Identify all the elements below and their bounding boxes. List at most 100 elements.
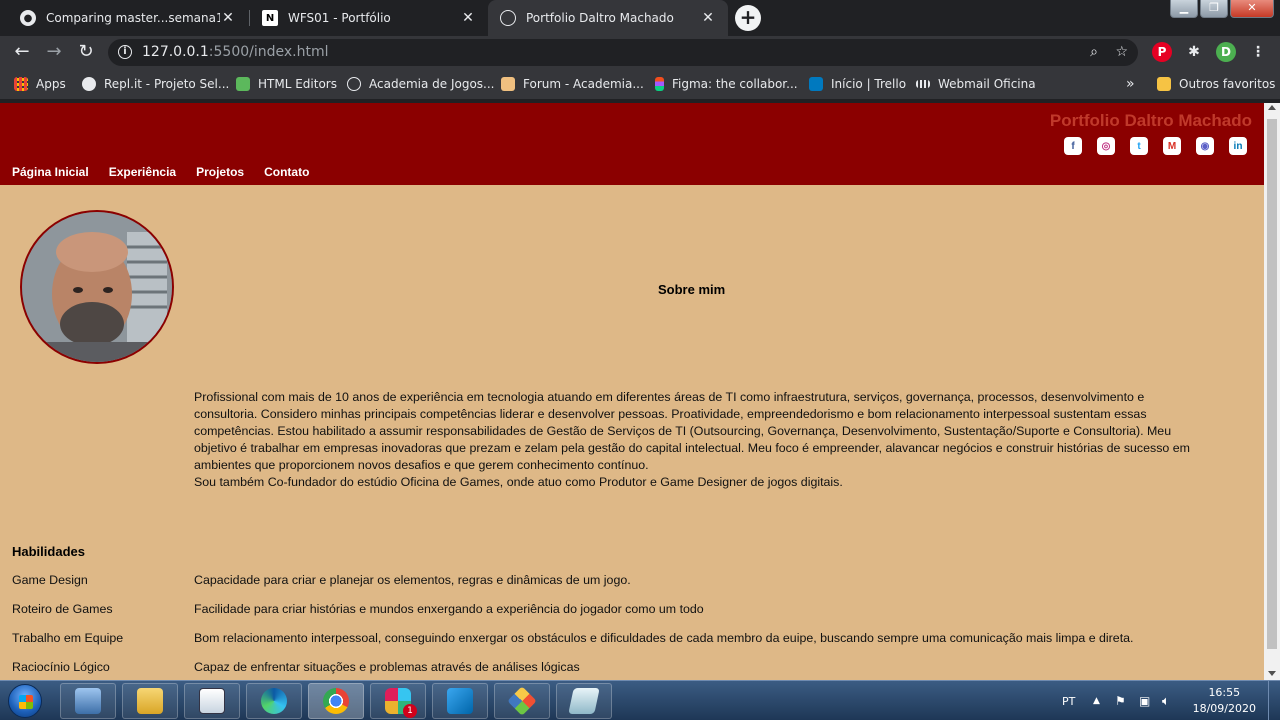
url-path: :5500/index.html [208, 44, 329, 60]
profile-avatar[interactable]: D [1216, 42, 1236, 62]
skill-name: Roteiro de Games [12, 602, 113, 616]
close-tab-icon[interactable]: ✕ [700, 10, 716, 26]
gmail-icon[interactable]: M [1163, 137, 1181, 155]
bookmark-webmail[interactable]: Webmail Oficina [916, 75, 1036, 93]
skill-name: Raciocínio Lógico [12, 660, 110, 674]
scroll-down-icon[interactable] [1268, 671, 1276, 676]
bookmark-label: Início | Trello [831, 77, 907, 91]
minimize-icon[interactable]: ▁ [1170, 0, 1198, 18]
nav-pagina-inicial[interactable]: Página Inicial [12, 165, 89, 179]
slack-icon: 1 [385, 688, 417, 718]
reload-icon[interactable]: ↻ [74, 40, 98, 64]
twitter-icon[interactable]: t [1130, 137, 1148, 155]
taskbar-app[interactable] [246, 683, 302, 719]
back-arrow-icon[interactable]: ← [10, 40, 34, 64]
close-tab-icon[interactable]: ✕ [220, 10, 236, 26]
tab-wfs01[interactable]: N WFS01 - Portfólio ✕ [250, 0, 488, 36]
windows-taskbar: 1 PT ▲ ⚑ ▣ 🔈︎ 16:55 18/09/2020 [0, 680, 1280, 720]
language-indicator[interactable]: PT [1062, 681, 1075, 720]
tab-title: Portfolio Daltro Machado [526, 11, 674, 25]
close-window-icon[interactable]: ✕ [1230, 0, 1274, 18]
volume-icon[interactable]: 🔈︎ [1162, 681, 1170, 720]
bookmarks-overflow-button[interactable]: » [1126, 75, 1135, 93]
show-desktop-button[interactable] [1268, 681, 1280, 720]
scrollbar-thumb[interactable] [1267, 119, 1277, 649]
forward-arrow-icon[interactable]: → [42, 40, 66, 64]
github-icon: ● [20, 10, 36, 26]
tray-expand-icon[interactable]: ▲ [1093, 681, 1100, 720]
bookmark-label: Academia de Jogos... [369, 77, 495, 91]
linkedin-icon[interactable]: in [1229, 137, 1247, 155]
bookmark-apps[interactable]: Apps [14, 75, 66, 93]
figma-icon [655, 77, 664, 91]
github-icon[interactable]: ◉ [1196, 137, 1214, 155]
skill-row: Trabalho em Equipe Bom relacionamento in… [0, 631, 1264, 651]
close-tab-icon[interactable]: ✕ [460, 10, 476, 26]
taskbar-app[interactable] [122, 683, 178, 719]
bookmark-label: Outros favoritos [1179, 77, 1276, 91]
taskbar-app[interactable] [60, 683, 116, 719]
site-info-icon[interactable]: i [118, 45, 132, 59]
skill-row: Raciocínio Lógico Capaz de enfrentar sit… [0, 660, 1264, 680]
bookmark-label: Forum - Academia... [523, 77, 644, 91]
taskbar-app[interactable]: 1 [370, 683, 426, 719]
skill-description: Facilidade para criar histórias e mundos… [194, 602, 704, 616]
zoom-icon[interactable]: ⌕ [1090, 39, 1098, 66]
clock-date: 18/09/2020 [1192, 702, 1256, 715]
tab-portfolio[interactable]: Portfolio Daltro Machado ✕ [488, 0, 728, 36]
action-center-icon[interactable]: ⚑ [1115, 681, 1126, 720]
new-tab-button[interactable]: + [735, 5, 761, 31]
skill-description: Capacidade para criar e planejar os elem… [194, 573, 631, 587]
scroll-up-icon[interactable] [1268, 105, 1276, 110]
trello-icon [809, 77, 823, 91]
notepad-icon [199, 688, 225, 714]
taskbar-app[interactable] [494, 683, 550, 719]
pinterest-icon[interactable]: P [1152, 42, 1172, 62]
bookmark-label: Figma: the collabor... [672, 77, 798, 91]
system-clock[interactable]: 16:55 18/09/2020 [1193, 685, 1256, 717]
bookmark-figma[interactable]: Figma: the collabor... [655, 75, 798, 93]
slack-badge: 1 [403, 704, 417, 718]
globe-icon [347, 77, 361, 91]
skill-description: Bom relacionamento interpessoal, consegu… [194, 631, 1134, 645]
skill-name: Game Design [12, 573, 88, 587]
network-icon[interactable]: ▣ [1139, 681, 1150, 720]
tab-github-compare[interactable]: ● Comparing master...semana1-pro ✕ [8, 0, 248, 36]
bookmark-academia-jogos[interactable]: Academia de Jogos... [347, 75, 495, 93]
folder-icon [1157, 77, 1171, 91]
menu-dots-icon[interactable]: ⋮ [1248, 42, 1268, 62]
bookmark-replit[interactable]: Repl.it - Projeto Sel... [82, 75, 229, 93]
apps-grid-icon [14, 77, 28, 91]
facebook-icon[interactable]: f [1064, 137, 1082, 155]
page-scrollbar[interactable] [1264, 103, 1280, 680]
extensions-puzzle-icon[interactable]: ✱ [1184, 42, 1204, 62]
bookmark-star-icon[interactable]: ☆ [1115, 39, 1128, 66]
tab-title: WFS01 - Portfólio [288, 11, 391, 25]
maximize-icon[interactable]: ❐ [1200, 0, 1228, 18]
bookmark-other-folder[interactable]: Outros favoritos [1157, 75, 1275, 93]
address-bar[interactable]: i 127.0.0.1:5500/index.html ⌕ ☆ [108, 39, 1138, 66]
nav-projetos[interactable]: Projetos [196, 165, 244, 179]
bookmarks-bar: Apps Repl.it - Projeto Sel... HTML Edito… [0, 68, 1280, 100]
about-paragraph: Profissional com mais de 10 anos de expe… [194, 390, 1190, 472]
page-viewport: Portfolio Daltro Machado f ◎ t M ◉ in Pá… [0, 103, 1264, 680]
site-nav: Página Inicial Experiência Projetos Cont… [12, 165, 329, 179]
skill-row: Roteiro de Games Facilidade para criar h… [0, 602, 1264, 622]
instagram-icon[interactable]: ◎ [1097, 137, 1115, 155]
taskbar-app[interactable] [184, 683, 240, 719]
bookmark-html-editors[interactable]: HTML Editors [236, 75, 337, 93]
nav-experiencia[interactable]: Experiência [109, 165, 176, 179]
nav-contato[interactable]: Contato [264, 165, 309, 179]
url-host: 127.0.0.1 [142, 44, 209, 60]
browser-tab-strip: ● Comparing master...semana1-pro ✕ N WFS… [0, 0, 1280, 36]
bookmark-forum[interactable]: Forum - Academia... [501, 75, 644, 93]
taskbar-app[interactable] [308, 683, 364, 719]
bookmark-label: Apps [36, 77, 66, 91]
start-button[interactable] [8, 684, 42, 718]
profile-photo [20, 210, 174, 364]
taskbar-app[interactable] [556, 683, 612, 719]
bookmark-trello[interactable]: Início | Trello [809, 75, 906, 93]
bookmark-label: HTML Editors [258, 77, 337, 91]
social-links: f ◎ t M ◉ in [1049, 137, 1247, 155]
taskbar-app[interactable] [432, 683, 488, 719]
